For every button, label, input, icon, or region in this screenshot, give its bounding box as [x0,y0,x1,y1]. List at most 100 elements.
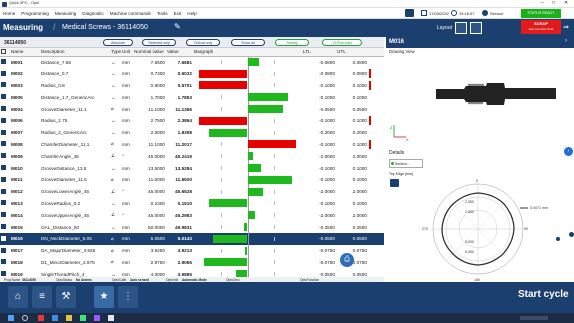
table-row[interactable]: M002 Distance_0.7 ↔ mm 0.7300 0.6032 -0.0800 0.… [0,67,384,80]
row-select-checkbox[interactable] [1,224,6,230]
row-checkbox[interactable] [0,139,10,151]
menu-item-home[interactable]: Home [0,8,18,19]
table-row[interactable]: M014 GrooveUpperAngle_45 ∠ ° 45.0000 45.2983 -… [0,209,384,222]
favorite-button[interactable]: ★ [94,286,114,308]
menu-item-machine-commands[interactable]: Machine commands [107,8,154,19]
table-view-button[interactable]: ≡ [32,286,52,308]
panel-close-icon[interactable]: › [565,38,567,44]
header-select[interactable] [0,48,10,57]
minimize-button[interactable]: – [541,0,544,6]
row-select-checkbox[interactable] [1,271,6,277]
row-select-checkbox[interactable] [1,176,6,182]
row-select-checkbox[interactable] [1,188,6,194]
select-all-checkbox[interactable] [1,48,6,54]
details-collapse-icon[interactable]: › [564,147,573,156]
menu-item-measuring[interactable]: Measuring [52,8,79,19]
row-checkbox[interactable] [0,186,10,198]
menu-item-exit[interactable]: Exit [171,8,185,19]
row-select-checkbox[interactable] [1,70,6,76]
row-select-checkbox[interactable] [1,117,6,123]
row-select-checkbox[interactable] [1,259,6,265]
taskbar-app-5-icon[interactable] [94,315,100,321]
panel-scroll-dot-icon[interactable] [569,232,574,237]
filter-show-all[interactable]: Show all [231,39,265,46]
filter-prod-part[interactable]: Vf-Prod part [322,39,362,46]
filter-testing[interactable]: Testing [275,39,309,46]
row-checkbox[interactable] [0,174,10,186]
header-unit[interactable]: Unit [121,48,133,57]
filter-critical-only[interactable]: Critical only [186,39,220,46]
header-name[interactable]: Name [10,48,40,57]
row-checkbox[interactable] [0,80,10,92]
edit-pencil-icon[interactable]: ✎ [174,22,181,31]
header-bargraph[interactable]: Bargraph [193,48,302,57]
row-checkbox[interactable] [0,68,10,80]
tools-button[interactable]: ⚒ [56,286,76,308]
header-description[interactable]: Description [40,48,110,57]
section-selector[interactable]: Section... [389,159,423,168]
row-select-checkbox[interactable] [1,200,6,206]
row-checkbox[interactable] [0,221,10,233]
table-row[interactable]: M009 ChamferAngle_45 ∠ ° 45.0000 45.2419 -2.00… [0,150,384,163]
table-row[interactable]: M005 Distance_1.7_GenericArc ↔ mm 1.7000 1.78… [0,91,384,104]
tray-icons[interactable] [520,316,548,320]
row-checkbox[interactable] [0,115,10,127]
menu-item-programming[interactable]: Programming [18,8,52,19]
table-row[interactable]: M008 ChamferDiameter_11.1 ⌀ mm 11.1000 11.201… [0,138,384,151]
taskbar-app-2-icon[interactable] [52,315,58,321]
table-row[interactable]: M006 Radius_2.75 ↔ mm 2.7500 2.3864 -0.1000 0.1… [0,114,384,127]
start-menu-icon[interactable] [8,315,14,321]
table-row[interactable]: M018 D1_MinorDiameter_2.975 ⌀ mm 2.9750 2.906… [0,256,384,269]
table-row[interactable]: M001 Distance_7.65 ↔ mm 7.6500 7.6681 -0.0800 0… [0,56,384,68]
row-select-checkbox[interactable] [1,247,6,253]
row-select-checkbox[interactable] [1,212,6,218]
menu-item-tools[interactable]: Tools [154,8,171,19]
row-checkbox[interactable] [0,91,10,103]
row-select-checkbox[interactable] [1,106,6,112]
row-checkbox[interactable] [0,209,10,221]
row-checkbox[interactable] [0,127,10,139]
row-checkbox[interactable] [0,56,10,68]
table-row[interactable]: M007 Radius_2_GenericArc ↔ mm 2.0000 1.8398 -0… [0,126,384,139]
report-icon[interactable] [390,179,399,187]
more-button[interactable]: ⋮ [118,286,138,308]
header-nominal[interactable]: Nominal value [133,48,166,57]
maximize-button[interactable]: □ [552,0,555,6]
header-value[interactable]: Value [166,48,193,57]
row-checkbox[interactable] [0,232,10,245]
start-cycle-label[interactable]: Start cycle [518,289,569,300]
table-row[interactable]: M004 GrooveDiameter_11.1 ⌀ mm 11.1000 11.1366… [0,103,384,115]
table-row[interactable]: M012 GrooveLowerAngle_45 ∠ ° 45.0000 45.6528 -… [0,185,384,198]
search-icon[interactable] [22,315,28,321]
start-cycle-button[interactable]: Start cycle [518,289,569,300]
header-ltl[interactable]: LTL [302,48,336,57]
table-row[interactable]: M011 GrooveDiameter_11.6 ⌀ mm 11.6000 11.6920… [0,173,384,186]
table-row[interactable]: M017 DA_MajorDiameter_3.925 ⌀ mm 3.9250 3.921… [0,244,384,257]
layout-list-icon[interactable] [470,22,482,34]
row-select-checkbox[interactable] [1,94,6,100]
filter-selected-only[interactable]: Selected only [142,39,176,46]
taskbar-app-6-icon[interactable] [108,315,114,321]
row-select-checkbox[interactable] [1,153,6,159]
row-checkbox[interactable] [0,103,10,115]
taskbar-app-3-icon[interactable] [66,315,72,321]
row-select-checkbox[interactable] [1,235,6,241]
table-row[interactable]: M013 GrooveRadius_0.2 ↔ mm 0.2300 0.1510 -0.10… [0,197,384,210]
row-select-checkbox[interactable] [1,59,6,65]
table-row[interactable]: M016 DN_NeckDiameter_5.05 ⌀ mm 5.0500 5.0143 -… [0,232,384,245]
taskbar-app-1-icon[interactable] [38,315,44,321]
print-button[interactable]: ⎙ [340,253,354,267]
table-row[interactable]: M010 GrooveDistance_13.5 ↔ mm 13.5000 13.5284… [0,162,384,174]
table-row[interactable]: M003 Radius_0.8 ↔ mm 0.8000 0.5701 -0.1000 0.10… [0,79,384,92]
export-icon[interactable]: ⇒ [563,23,569,31]
row-checkbox[interactable] [0,257,10,269]
folder-icon[interactable] [405,9,414,17]
row-checkbox[interactable] [0,245,10,257]
row-checkbox[interactable] [0,198,10,210]
row-select-checkbox[interactable] [1,141,6,147]
home-button[interactable]: ⌂ [8,286,28,308]
table-row[interactable]: M015 OAL_Distance_50 ↔ mm 50.0000 49.9831 -0.2… [0,221,384,233]
user-name[interactable]: Service [490,11,503,16]
taskbar-app-4-icon[interactable] [80,315,86,321]
row-select-checkbox[interactable] [1,165,6,171]
